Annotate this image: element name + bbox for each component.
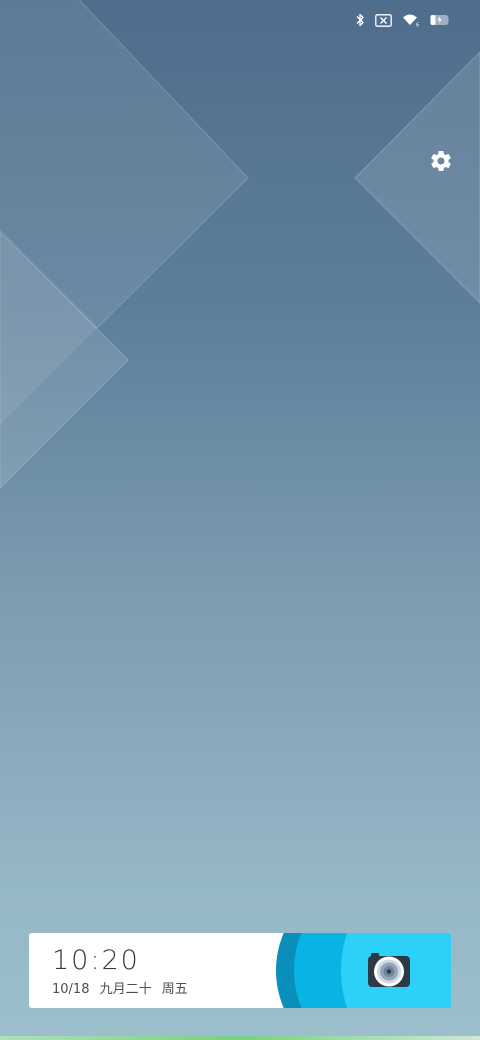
svg-text:6: 6	[416, 23, 419, 28]
battery-charging-icon	[430, 14, 450, 26]
clock-time: 10:20	[52, 945, 140, 976]
camera-shortcut-panel[interactable]	[251, 933, 451, 1008]
wallpaper-geometry	[0, 0, 480, 489]
lockscreen-card: 10:20 10/18 九月二十 周五	[29, 933, 451, 1008]
settings-button[interactable]	[426, 146, 456, 176]
no-sim-icon	[375, 13, 392, 27]
lunar-date: 九月二十	[99, 982, 152, 997]
wifi-icon: 6	[402, 13, 420, 27]
camera-button[interactable]	[367, 952, 411, 990]
weekday: 周五	[161, 982, 188, 997]
status-bar: 6	[355, 8, 450, 32]
bluetooth-icon	[355, 13, 365, 27]
gear-icon	[431, 151, 451, 171]
lock-screen: 6 10:20 10/18 九月二十 周五	[0, 0, 480, 1040]
clock-widget: 10:20 10/18 九月二十 周五	[52, 945, 272, 999]
clock-date-line: 10/18 九月二十 周五	[52, 981, 272, 999]
bottom-indicator-line	[0, 1036, 480, 1040]
camera-icon	[368, 953, 410, 987]
clock-date: 10/18	[52, 982, 90, 997]
